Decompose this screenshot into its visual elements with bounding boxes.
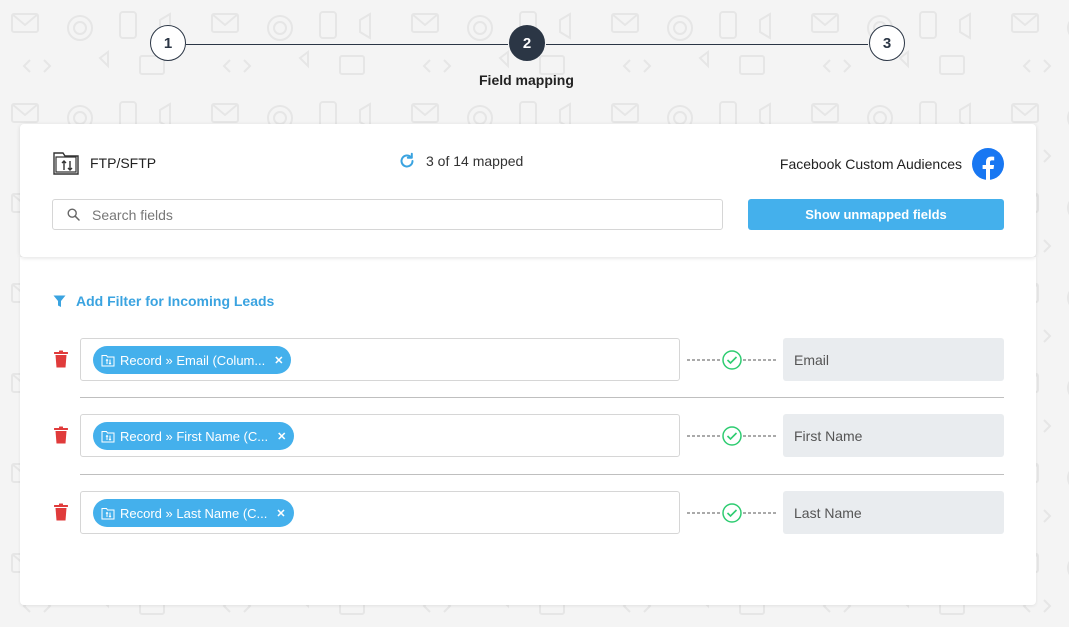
- ftp-folder-icon: [101, 507, 115, 519]
- show-unmapped-fields-button[interactable]: Show unmapped fields: [748, 199, 1004, 230]
- ftp-folder-icon: [101, 430, 115, 442]
- mapping-header-card: FTP/SFTP 3 of 14 mapped Facebook Custom …: [20, 124, 1036, 257]
- step-3[interactable]: 3: [869, 25, 905, 61]
- trash-icon[interactable]: [53, 350, 69, 368]
- ftp-folder-icon: [53, 152, 79, 175]
- step-2-label: Field mapping: [479, 72, 574, 88]
- mapped-count: 3 of 14 mapped: [426, 153, 524, 169]
- step-2[interactable]: 2: [509, 25, 545, 61]
- row-divider: [80, 397, 1004, 398]
- mapped-connector: [687, 503, 777, 523]
- facebook-icon: [972, 148, 1004, 180]
- add-filter-label: Add Filter for Incoming Leads: [76, 293, 275, 309]
- mapping-row: Record » First Name (C... ✕ First Name: [20, 414, 1036, 458]
- search-box[interactable]: [52, 199, 723, 230]
- step-connector: [546, 44, 868, 45]
- mapped-connector: [687, 426, 777, 446]
- step-number: 1: [163, 34, 173, 52]
- source-field-chip[interactable]: Record » Email (Colum... ✕: [93, 346, 292, 374]
- source-field-label: Record » First Name (C...: [120, 428, 269, 444]
- destination-app: Facebook Custom Audiences: [780, 148, 1004, 180]
- mapped-connector: [687, 350, 777, 370]
- remove-chip-icon[interactable]: ✕: [276, 507, 285, 520]
- add-filter-link[interactable]: Add Filter for Incoming Leads: [53, 293, 274, 309]
- stepper: 1 2 Field mapping 3: [0, 0, 1069, 100]
- source-field-label: Record » Last Name (C...: [120, 505, 268, 521]
- remove-chip-icon[interactable]: ✕: [274, 354, 283, 367]
- source-app: FTP/SFTP: [52, 148, 156, 178]
- refresh-icon[interactable]: [398, 152, 416, 170]
- source-field-chip[interactable]: Record » Last Name (C... ✕: [93, 499, 294, 527]
- mapped-status: 3 of 14 mapped: [398, 152, 523, 170]
- search-icon: [67, 208, 80, 221]
- mapping-body-card: Add Filter for Incoming Leads Record » E…: [20, 257, 1036, 605]
- destination-field: Last Name: [783, 491, 1004, 534]
- mapping-row: Record » Last Name (C... ✕ Last Name: [20, 491, 1036, 535]
- destination-app-label: Facebook Custom Audiences: [779, 156, 962, 172]
- row-divider: [80, 474, 1004, 475]
- mapping-row: Record » Email (Colum... ✕ Email: [20, 338, 1036, 382]
- remove-chip-icon[interactable]: ✕: [277, 430, 286, 443]
- search-input[interactable]: [90, 205, 654, 224]
- destination-field: Email: [783, 338, 1004, 381]
- source-field-label: Record » Email (Colum...: [120, 352, 266, 368]
- ftp-folder-icon: [101, 354, 115, 366]
- step-1[interactable]: 1: [150, 25, 186, 61]
- source-field-box[interactable]: Record » Email (Colum... ✕: [80, 338, 680, 381]
- step-number: 2: [522, 34, 532, 52]
- filter-icon: [53, 295, 66, 307]
- step-connector: [186, 44, 508, 45]
- source-app-label: FTP/SFTP: [90, 155, 157, 171]
- source-field-chip[interactable]: Record » First Name (C... ✕: [93, 422, 295, 450]
- trash-icon[interactable]: [53, 426, 69, 444]
- step-number: 3: [882, 34, 892, 52]
- source-field-box[interactable]: Record » Last Name (C... ✕: [80, 491, 680, 534]
- destination-field: First Name: [783, 414, 1004, 457]
- source-field-box[interactable]: Record » First Name (C... ✕: [80, 414, 680, 457]
- trash-icon[interactable]: [53, 503, 69, 521]
